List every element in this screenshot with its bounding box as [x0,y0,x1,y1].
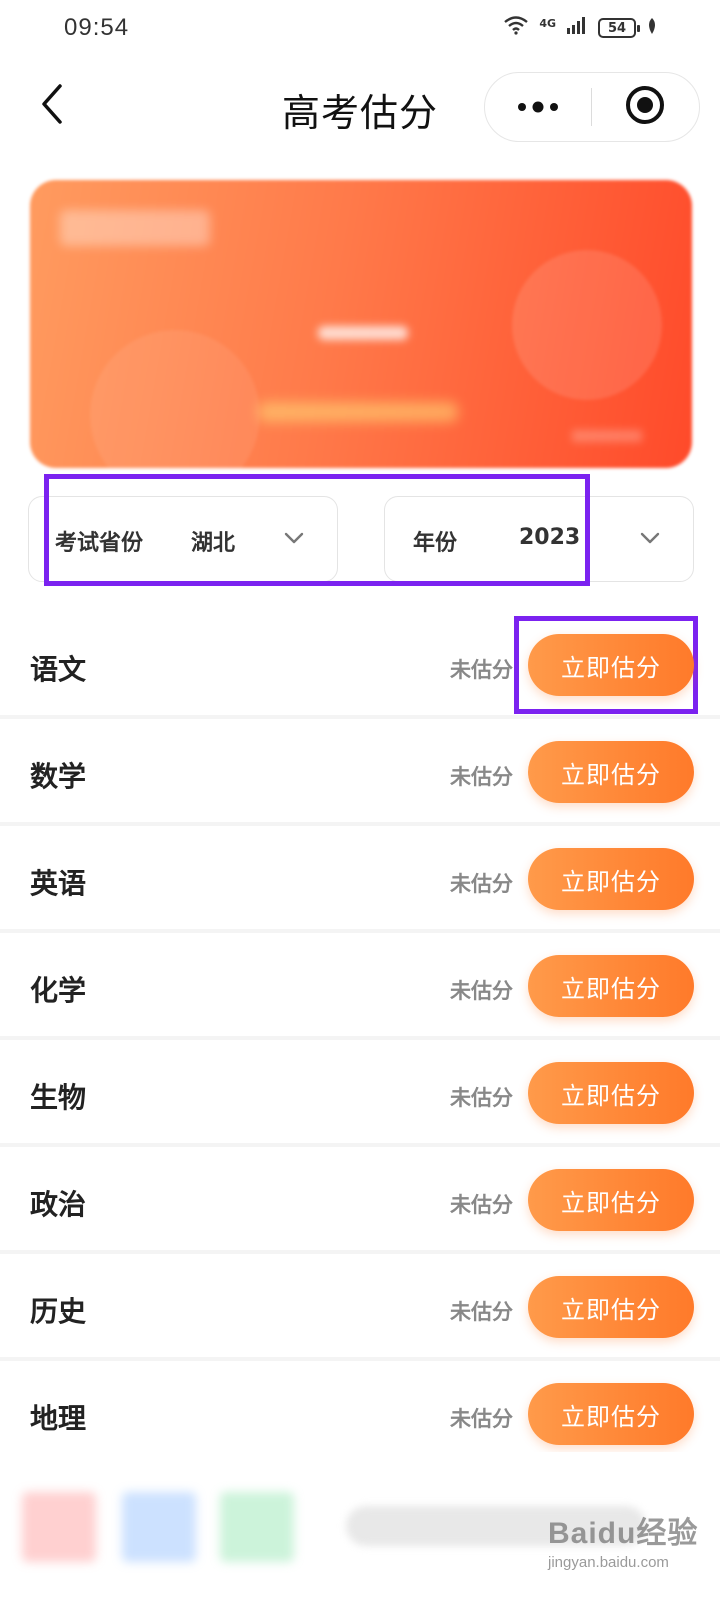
estimate-button[interactable]: 立即估分 [528,955,694,1017]
banner-logo [60,210,210,246]
battery-level: 54 [607,20,627,36]
subject-name: 地理 [30,1402,87,1435]
estimate-button[interactable]: 立即估分 [528,848,694,910]
estimate-button[interactable]: 立即估分 [528,741,694,803]
subject-status: 未估分 [450,872,513,896]
subject-name: 政治 [30,1188,87,1221]
subject-name: 数学 [30,760,87,793]
wifi-icon [503,15,529,41]
battery-icon: 54 [598,18,640,38]
estimate-button[interactable]: 立即估分 [528,1383,694,1445]
estimate-button[interactable]: 立即估分 [528,1062,694,1124]
subject-row-english: 英语 未估分 立即估分 [0,826,720,933]
subject-name: 语文 [30,653,87,686]
nav-bar: 高考估分 [0,64,720,148]
subject-status: 未估分 [450,1193,513,1217]
subject-name: 化学 [30,974,87,1007]
subject-name: 历史 [30,1295,87,1328]
province-label: 考试省份 [55,531,144,556]
subject-status: 未估分 [450,979,513,1003]
subject-row-math: 数学 未估分 立即估分 [0,719,720,826]
estimate-button[interactable]: 立即估分 [528,1276,694,1338]
province-selector[interactable]: 考试省份 湖北 [28,496,338,582]
province-value: 湖北 [191,531,236,556]
subject-name: 生物 [30,1081,87,1114]
subject-status: 未估分 [450,765,513,789]
banner-dots [572,430,642,442]
signal-icon [566,15,588,41]
network-label: 4G [539,16,556,30]
status-bar: 09:54 4G 54 [0,0,720,56]
banner-caption [258,402,458,422]
baidu-watermark: Baidu经验 jingyan.baidu.com [548,1508,698,1571]
target-circle-icon [624,84,666,130]
subject-name: 英语 [30,867,87,900]
status-icons: 4G 54 [503,15,658,41]
more-dots-icon [516,98,560,117]
year-value: 2023 [519,525,581,550]
stat-block [22,1492,96,1562]
chevron-down-icon [637,525,663,551]
subject-status: 未估分 [450,1086,513,1110]
subject-status: 未估分 [450,1300,513,1324]
subject-row-politics: 政治 未估分 立即估分 [0,1147,720,1254]
watermark-sub: jingyan.baidu.com [548,1554,669,1571]
status-time: 09:54 [64,14,130,41]
more-button[interactable] [485,73,591,141]
subject-status: 未估分 [450,1407,513,1431]
banner-decoration [90,330,260,468]
score-banner [30,180,692,468]
subject-row-history: 历史 未估分 立即估分 [0,1254,720,1361]
year-label: 年份 [413,531,458,556]
subject-status: 未估分 [450,658,513,682]
subject-list: 语文 未估分 立即估分 数学 未估分 立即估分 英语 未估分 立即估分 化学 未… [0,612,720,1468]
leaf-icon [646,15,658,41]
estimate-button[interactable]: 立即估分 [528,634,694,696]
subject-row-chinese: 语文 未估分 立即估分 [0,612,720,719]
subject-row-biology: 生物 未估分 立即估分 [0,1040,720,1147]
stat-block [122,1492,196,1562]
estimate-button[interactable]: 立即估分 [528,1169,694,1231]
mini-program-capsule [484,72,700,142]
year-selector[interactable]: 年份 2023 [384,496,694,582]
subject-row-chemistry: 化学 未估分 立即估分 [0,933,720,1040]
banner-decoration [512,250,662,400]
banner-score-placeholder [318,326,408,340]
chevron-down-icon [281,525,307,551]
close-button[interactable] [592,73,698,141]
watermark-main: Baidu经验 [548,1517,699,1550]
stat-block [220,1492,294,1562]
